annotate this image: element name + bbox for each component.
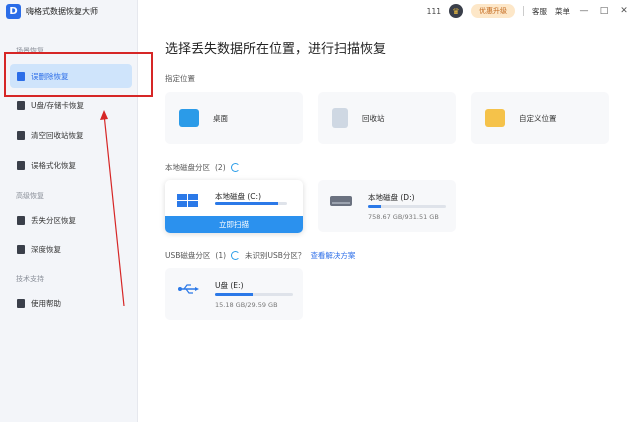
usb-icon xyxy=(178,284,199,294)
top-bar: 111 ♛ 优惠升级 客服 菜单 — □ ✕ xyxy=(138,0,640,22)
sidebar-item-label: 丢失分区恢复 xyxy=(31,215,76,225)
annotation-highlight-box xyxy=(4,52,153,97)
sidebar-item-help[interactable]: 使用帮助 xyxy=(10,291,132,315)
disk-card-e[interactable]: U盘 (E:) 15.18 GB/29.59 GB xyxy=(165,268,303,320)
sidebar-item-label: 深度恢复 xyxy=(31,244,61,254)
disk-card-c[interactable]: 本地磁盘 (C:) 立即扫描 xyxy=(165,180,303,233)
locations-label: 指定位置 xyxy=(165,73,195,84)
location-custom[interactable]: 自定义位置 xyxy=(471,92,609,144)
app-logo-icon: D xyxy=(6,4,21,19)
sidebar-item-label: 误格式化恢复 xyxy=(31,160,76,170)
locations-label-text: 指定位置 xyxy=(165,74,195,83)
disk-usage-fill xyxy=(215,202,279,205)
disk-usage-bar xyxy=(215,293,293,296)
menu-button[interactable]: 菜单 xyxy=(555,6,570,17)
section-label-support: 技术支持 xyxy=(16,275,44,283)
section-label-advanced: 高级恢复 xyxy=(16,192,44,200)
refresh-icon[interactable] xyxy=(230,163,240,172)
format-icon xyxy=(17,160,25,170)
sidebar-item-format-recovery[interactable]: 误格式化恢复 xyxy=(10,153,132,177)
disk-size: 758.67 GB/931.51 GB xyxy=(368,213,439,221)
local-disk-count: (2) xyxy=(215,163,226,172)
usb-count: (1) xyxy=(215,251,227,260)
location-label: 自定义位置 xyxy=(519,113,557,123)
refresh-icon[interactable] xyxy=(231,251,241,260)
scan-now-button[interactable]: 立即扫描 xyxy=(165,216,303,233)
local-disk-label: 本地磁盘分区 (2) xyxy=(165,162,240,173)
sidebar-item-label: U盘/存储卡恢复 xyxy=(31,100,85,110)
disk-card-d[interactable]: 本地磁盘 (D:) 758.67 GB/931.51 GB xyxy=(318,180,456,232)
app-name: 嗨格式数据恢复大师 xyxy=(26,7,98,16)
usb-unrecognized-text: 未识别USB分区？ xyxy=(245,251,306,260)
location-label: 回收站 xyxy=(362,113,385,123)
recycle-bin-icon xyxy=(17,130,25,140)
sidebar-item-label: 清空回收站恢复 xyxy=(31,130,84,140)
sidebar-item-recycle-bin[interactable]: 清空回收站恢复 xyxy=(10,123,132,147)
minimize-button[interactable]: — xyxy=(578,6,590,16)
app-title-bar: D 嗨格式数据恢复大师 xyxy=(6,4,98,19)
folder-icon xyxy=(485,109,505,127)
local-disk-label-text: 本地磁盘分区 xyxy=(165,163,210,172)
maximize-button[interactable]: □ xyxy=(598,6,610,16)
divider xyxy=(523,6,524,16)
disk-name: U盘 (E:) xyxy=(215,281,244,290)
sidebar-item-label: 使用帮助 xyxy=(31,298,61,308)
location-recycle-bin[interactable]: 回收站 xyxy=(318,92,456,144)
close-button[interactable]: ✕ xyxy=(618,6,630,16)
sidebar-item-lost-partition[interactable]: 丢失分区恢复 xyxy=(10,208,132,232)
hard-drive-icon xyxy=(330,196,352,206)
page-title: 选择丢失数据所在位置，进行扫描恢复 xyxy=(165,42,387,57)
disk-name: 本地磁盘 (D:) xyxy=(368,193,415,202)
sidebar-item-deep-recovery[interactable]: 深度恢复 xyxy=(10,237,132,261)
usb-label-text: USB磁盘分区 xyxy=(165,251,211,260)
disk-usage-fill xyxy=(368,205,382,208)
view-solution-link[interactable]: 查看解决方案 xyxy=(310,250,355,261)
location-desktop[interactable]: 桌面 xyxy=(165,92,303,144)
disk-usage-bar xyxy=(368,205,446,208)
disk-name: 本地磁盘 (C:) xyxy=(215,192,261,201)
disk-usage-bar xyxy=(215,202,287,205)
customer-service-button[interactable]: 客服 xyxy=(532,6,547,17)
points-count: 111 xyxy=(426,6,441,16)
disk-usage-fill xyxy=(215,293,254,296)
disk-size: 15.18 GB/29.59 GB xyxy=(215,301,278,309)
help-icon xyxy=(17,298,25,308)
usb-card-icon xyxy=(17,100,25,110)
deep-scan-icon xyxy=(17,244,25,254)
recycle-bin-icon xyxy=(332,108,348,128)
location-label: 桌面 xyxy=(213,113,228,123)
partition-icon xyxy=(17,215,25,225)
windows-disk-icon xyxy=(177,194,198,207)
desktop-icon xyxy=(179,109,199,127)
vip-shield-icon[interactable]: ♛ xyxy=(449,4,463,18)
upgrade-button[interactable]: 优惠升级 xyxy=(471,4,515,18)
usb-disk-label: USB磁盘分区 (1) 未识别USB分区？ 查看解决方案 xyxy=(165,250,355,261)
